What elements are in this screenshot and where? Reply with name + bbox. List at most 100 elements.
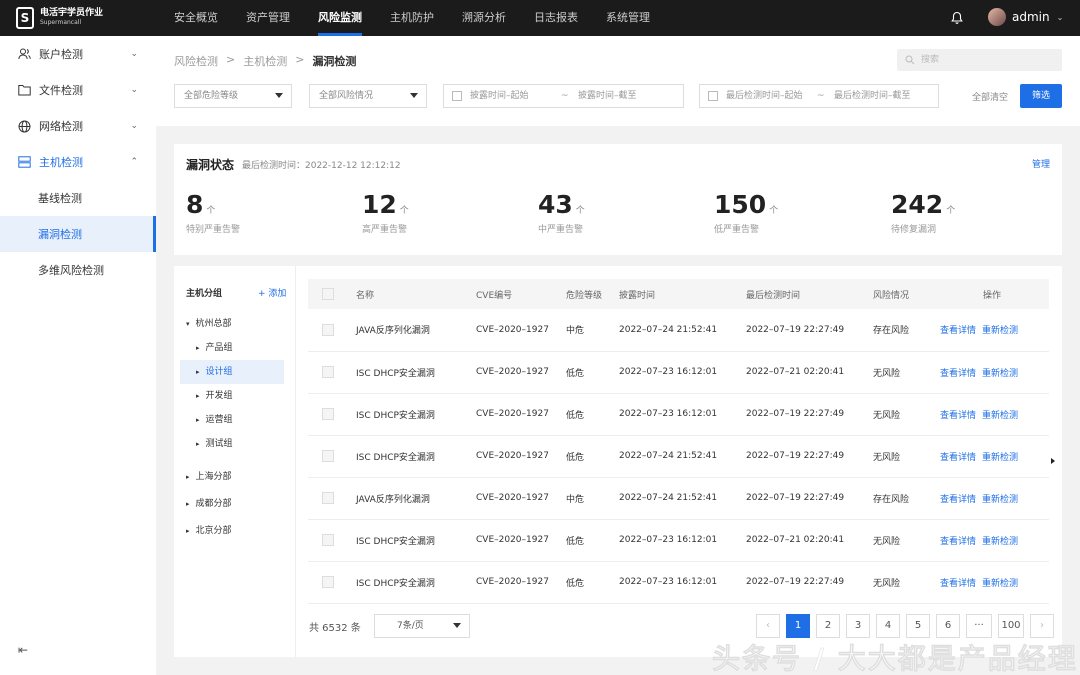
page-button[interactable]: 4 [876, 614, 900, 638]
view-detail-link[interactable]: 查看详情 [940, 495, 976, 505]
tree-node[interactable]: ▸ 运营组 [196, 408, 233, 432]
view-detail-link[interactable]: 查看详情 [940, 579, 976, 589]
row-checkbox[interactable] [322, 534, 334, 546]
tree-node[interactable]: ▸ 上海分部 [186, 465, 232, 489]
table-cell: 2022–07–23 16:12:01 [619, 351, 746, 394]
sidebar-subitem-multirisk[interactable]: 多维风险检测 [0, 252, 156, 288]
sidebar-item-host[interactable]: 主机检测 ⌃ [0, 144, 156, 180]
prev-page-icon[interactable]: ‹ [756, 614, 780, 638]
scroll-right-icon[interactable] [1051, 458, 1055, 464]
nav-item[interactable]: 溯源分析 [462, 0, 506, 36]
sidebar-item-account[interactable]: 账户检测 ⌄ [0, 36, 156, 72]
recheck-link[interactable]: 重新检测 [982, 537, 1018, 547]
recheck-link[interactable]: 重新检测 [982, 326, 1018, 336]
table-cell: CVE–2020–1927 [476, 393, 566, 436]
page-button[interactable]: 2 [816, 614, 840, 638]
bell-icon[interactable] [951, 11, 963, 25]
view-detail-link[interactable]: 查看详情 [940, 326, 976, 336]
nav-item[interactable]: 日志报表 [534, 0, 578, 36]
recheck-link[interactable]: 重新检测 [982, 453, 1018, 463]
breadcrumb-item[interactable]: 风险检测 [174, 53, 218, 69]
table-row[interactable]: ISC DHCP安全漏洞 CVE–2020–1927 低危 2022–07–23 16… [308, 519, 1049, 562]
user-name: admin [1012, 10, 1050, 24]
row-checkbox[interactable] [322, 576, 334, 588]
detect-date-range[interactable]: 最后检测时间–起始 ~ 最后检测时间–截至 [699, 84, 939, 108]
user-menu[interactable]: admin ⌄ [988, 8, 1063, 26]
sidebar-subitem-baseline[interactable]: 基线检测 [0, 180, 156, 216]
brand-logo[interactable]: S 电活宇学员作业 Supermancall [16, 7, 103, 29]
table-row[interactable]: ISC DHCP安全漏洞 CVE–2020–1927 低危 2022–07–23 16… [308, 561, 1049, 604]
calendar-icon [452, 91, 462, 101]
row-checkbox[interactable] [322, 366, 334, 378]
tree-node-label: 上海分部 [195, 472, 232, 482]
detect-end-field[interactable]: 最后检测时间–截至 [834, 85, 911, 107]
view-detail-link[interactable]: 查看详情 [940, 453, 976, 463]
detect-start-field[interactable]: 最后检测时间–起始 [726, 85, 803, 107]
nav-item[interactable]: 系统管理 [606, 0, 650, 36]
stat-label: 高严重告警 [362, 225, 408, 235]
manage-link[interactable]: 管理 [1032, 157, 1050, 170]
table-row[interactable]: ISC DHCP安全漏洞 CVE–2020–1927 低危 2022–07–23 16… [308, 351, 1049, 394]
tree-node[interactable]: ▸ 成都分部 [186, 492, 232, 516]
sidebar-item-network[interactable]: 网络检测 ⌄ [0, 108, 156, 144]
row-checkbox[interactable] [322, 323, 334, 336]
table-cell: 低危 [566, 519, 619, 562]
exposure-date-range[interactable]: 披露时间–起始 ~ 披露时间–截至 [443, 84, 684, 108]
table-cell: 无风险 [873, 561, 935, 604]
recheck-link[interactable]: 重新检测 [982, 495, 1018, 505]
risk-status-select[interactable]: 全部风险情况 [309, 84, 427, 108]
tree-node-active[interactable]: ▸ 设计组 [180, 360, 284, 384]
page-size-select[interactable]: 7条/页 [374, 614, 470, 638]
filter-button[interactable]: 筛选 [1020, 84, 1062, 108]
recheck-link[interactable]: 重新检测 [982, 369, 1018, 379]
page-size-value: 7条/页 [397, 621, 424, 631]
caret-right-icon: ▸ [196, 416, 200, 424]
view-detail-link[interactable]: 查看详情 [940, 537, 976, 547]
add-group-button[interactable]: + 添加 [258, 286, 286, 299]
tree-node[interactable]: ▸ 测试组 [196, 432, 233, 456]
table-row[interactable]: ISC DHCP安全漏洞 CVE–2020–1927 低危 2022–07–24 21… [308, 435, 1049, 478]
breadcrumb-item[interactable]: 主机检测 [243, 53, 287, 69]
row-checkbox[interactable] [322, 492, 334, 504]
row-checkbox[interactable] [322, 408, 334, 420]
exposure-start-field[interactable]: 披露时间–起始 [470, 85, 529, 107]
table-row[interactable]: JAVA反序列化漏洞 CVE–2020–1927 中危 2022–07–24 21:5… [308, 477, 1049, 520]
caret-right-icon: ▸ [186, 473, 190, 481]
tree-node[interactable]: ▸ 开发组 [196, 384, 233, 408]
search-placeholder: 搜索 [921, 55, 940, 65]
sidebar-item-file[interactable]: 文件检测 ⌄ [0, 72, 156, 108]
table-row[interactable]: ISC DHCP安全漏洞 CVE–2020–1927 低危 2022–07–23 16… [308, 393, 1049, 436]
page-button[interactable]: 5 [906, 614, 930, 638]
search-input[interactable]: 搜索 [897, 49, 1062, 71]
next-page-icon[interactable]: › [1030, 614, 1054, 638]
collapse-sidebar-icon[interactable]: ⇤ [18, 643, 28, 657]
stat-value: 242 [891, 190, 944, 219]
main-nav: 安全概览 资产管理 风险监测 主机防护 溯源分析 日志报表 系统管理 [174, 0, 678, 36]
sidebar-subitem-vulnerability[interactable]: 漏洞检测 [0, 216, 156, 252]
page-button[interactable]: 100 [998, 614, 1024, 638]
page-button[interactable]: 3 [846, 614, 870, 638]
page-button[interactable]: 6 [936, 614, 960, 638]
tree-node[interactable]: ▸ 产品组 [196, 336, 233, 360]
risk-level-select[interactable]: 全部危险等级 [174, 84, 292, 108]
nav-item[interactable]: 安全概览 [174, 0, 218, 36]
stat-value: 12 [362, 190, 397, 219]
view-detail-link[interactable]: 查看详情 [940, 369, 976, 379]
recheck-link[interactable]: 重新检测 [982, 579, 1018, 589]
view-detail-link[interactable]: 查看详情 [940, 411, 976, 421]
nav-item[interactable]: 资产管理 [246, 0, 290, 36]
tree-node[interactable]: ▸ 北京分部 [186, 519, 232, 543]
table-cell: 低危 [566, 561, 619, 604]
table-row[interactable]: JAVA反序列化漏洞 CVE–2020–1927 中危 2022–07–24 21:5… [308, 309, 1049, 352]
nav-item[interactable]: 主机防护 [390, 0, 434, 36]
recheck-link[interactable]: 重新检测 [982, 411, 1018, 421]
column-header: 操作 [935, 279, 1049, 309]
row-checkbox[interactable] [322, 450, 334, 462]
exposure-end-field[interactable]: 披露时间–截至 [578, 85, 637, 107]
select-all-checkbox[interactable] [322, 288, 334, 300]
clear-all-button[interactable]: 全部清空 [972, 90, 1008, 103]
page-button[interactable]: 1 [786, 614, 810, 638]
page-button[interactable]: ··· [966, 614, 992, 638]
nav-item[interactable]: 风险监测 [318, 0, 362, 36]
tree-node-root[interactable]: ▾ 杭州总部 [186, 312, 232, 336]
